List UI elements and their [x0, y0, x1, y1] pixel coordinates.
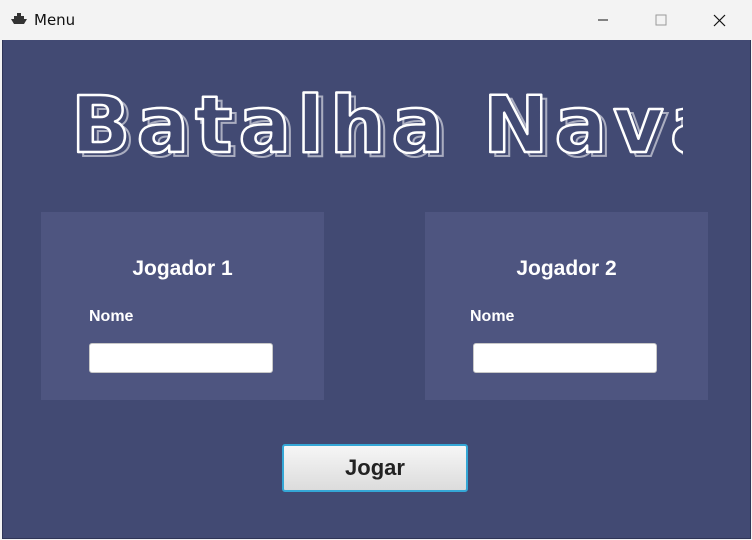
player-1-panel: Jogador 1 Nome	[41, 212, 324, 400]
minimize-icon	[598, 19, 608, 21]
close-icon	[713, 14, 725, 26]
title-bar[interactable]: Menu	[0, 0, 752, 40]
maximize-button[interactable]	[632, 0, 690, 40]
player-1-title: Jogador 1	[132, 257, 233, 280]
play-button[interactable]: Jogar	[282, 444, 468, 492]
player-2-name-label: Nome	[470, 308, 515, 325]
app-window: Menu Batalha Naval Batalha Naval Jogador…	[0, 0, 752, 540]
player-1-name-label: Nome	[89, 308, 134, 325]
player-2-name-input[interactable]	[473, 343, 657, 373]
player-2-panel: Jogador 2 Nome	[425, 212, 708, 400]
player-2-title: Jogador 2	[516, 257, 617, 280]
game-logo: Batalha Naval Batalha Naval	[70, 82, 683, 172]
minimize-button[interactable]	[574, 0, 632, 40]
player-1-name-input[interactable]	[89, 343, 273, 373]
menu-content: Batalha Naval Batalha Naval Jogador 1 No…	[2, 40, 751, 539]
ship-icon	[11, 13, 27, 24]
maximize-icon	[655, 14, 667, 26]
close-button[interactable]	[690, 0, 748, 40]
window-title: Menu	[34, 11, 76, 29]
logo-text: Batalha Naval	[71, 82, 683, 171]
